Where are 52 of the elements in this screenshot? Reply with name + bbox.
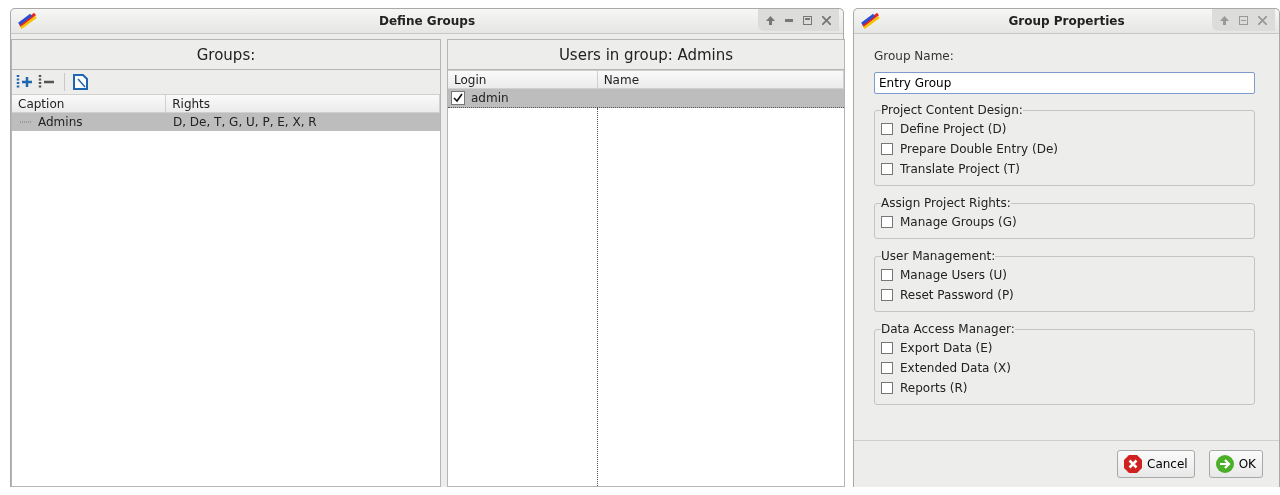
cancel-icon (1124, 455, 1142, 473)
checkbox[interactable] (451, 91, 465, 105)
table-cell: D, De, T, G, U, P, E, X, R (173, 115, 317, 129)
window-title: Group Properties (1008, 14, 1125, 28)
user-row[interactable]: admin (448, 89, 844, 108)
checkbox[interactable] (881, 143, 893, 155)
group-title: Assign Project Rights: (881, 196, 1011, 210)
pane-heading: Users in group: Admins (448, 40, 844, 70)
app-logo-icon (17, 12, 39, 30)
column-header[interactable]: Rights (166, 95, 440, 112)
column-header[interactable]: Caption (12, 95, 167, 112)
checkbox[interactable] (881, 269, 893, 281)
tree-line-icon (20, 121, 32, 123)
maximize-icon[interactable] (803, 15, 812, 25)
checkbox-label[interactable]: Manage Groups (G) (900, 215, 1017, 229)
group-title: User Management: (881, 249, 996, 263)
group-title: Data Access Manager: (881, 322, 1015, 336)
edit-icon[interactable] (73, 74, 89, 90)
checkbox[interactable] (881, 362, 893, 374)
close-icon[interactable] (822, 15, 831, 25)
checkbox[interactable] (881, 289, 893, 301)
group-name-field[interactable]: Entry Group (874, 72, 1255, 94)
add-icon[interactable] (16, 74, 34, 90)
minimize-icon[interactable] (785, 18, 793, 22)
column-header[interactable]: Name (597, 71, 844, 88)
checkbox[interactable] (881, 216, 893, 228)
table-cell: admin (471, 91, 509, 105)
checkbox-label[interactable]: Translate Project (T) (900, 162, 1020, 176)
checkbox[interactable] (881, 342, 893, 354)
checkbox-label[interactable]: Define Project (D) (900, 122, 1007, 136)
checkbox[interactable] (881, 382, 893, 394)
checkbox-label[interactable]: Manage Users (U) (900, 268, 1008, 282)
window-title: Define Groups (378, 14, 476, 28)
checkbox[interactable] (881, 163, 893, 175)
field-label: Group Name: (874, 49, 955, 63)
ok-button[interactable]: OK (1208, 450, 1263, 478)
checkbox-label[interactable]: Extended Data (X) (900, 361, 1011, 375)
checkbox-label[interactable]: Reset Password (P) (900, 288, 1014, 302)
arrow-icon (1215, 455, 1234, 473)
column-header[interactable]: Login (448, 71, 598, 88)
checkbox-label[interactable]: Prepare Double Entry (De) (900, 142, 1058, 156)
app-logo-icon (860, 12, 882, 30)
checkbox-label[interactable]: Export Data (E) (900, 341, 993, 355)
group-title: Project Content Design: (881, 103, 1023, 117)
cancel-button[interactable]: Cancel (1117, 450, 1195, 478)
pane-heading: Groups: (12, 40, 440, 70)
remove-icon[interactable] (38, 74, 56, 90)
shade-icon[interactable] (766, 15, 775, 25)
checkbox-label[interactable]: Reports (R) (900, 381, 968, 395)
group-row[interactable]: Admins D, De, T, G, U, P, E, X, R (12, 113, 440, 131)
table-cell: Admins (38, 115, 83, 129)
checkbox[interactable] (881, 123, 893, 135)
